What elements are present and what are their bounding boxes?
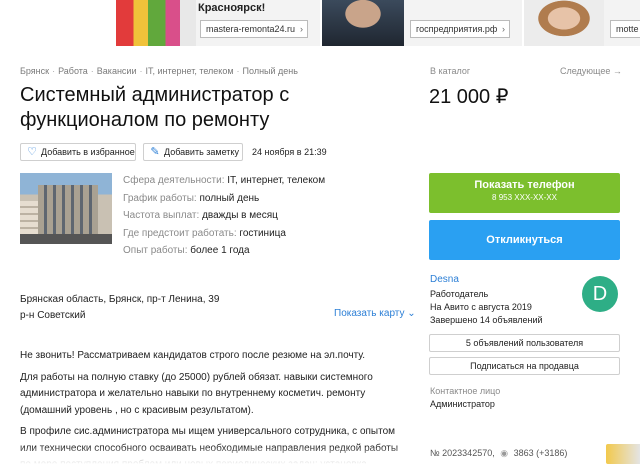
- publish-date: 24 ноября в 21:39: [252, 147, 327, 157]
- ad-headline: Красноярск!: [198, 2, 266, 14]
- breadcrumb: Брянск · Работа · Вакансии · IT, интернет, тел…: [20, 66, 298, 76]
- add-note-label: Добавить заметку: [164, 147, 239, 157]
- show-phone-label: Показать телефон: [474, 179, 575, 191]
- seller-completed: Завершено 14 объявлений: [430, 315, 543, 325]
- avatar[interactable]: D: [582, 276, 618, 312]
- page-title: Системный администратор с функционалом п…: [20, 84, 290, 131]
- contact-label: Контактное лицо: [430, 386, 501, 396]
- ad-banner[interactable]: motte: [524, 0, 640, 46]
- property-label: Частота выплат:: [123, 210, 200, 221]
- description-paragraph: Не звонить! Рассматриваем кандидатов стр…: [20, 350, 366, 361]
- breadcrumb-item[interactable]: Вакансии: [97, 66, 137, 76]
- property-value: IT, интернет, телеком: [227, 175, 326, 186]
- property-label: Сфера деятельности:: [123, 175, 225, 186]
- property-value: более 1 года: [190, 245, 250, 256]
- note-icon: ✎: [150, 146, 160, 158]
- add-note-button[interactable]: ✎ Добавить заметку: [143, 143, 243, 161]
- address: Брянская область, Брянск, пр-т Ленина, 3…: [20, 292, 219, 324]
- heart-icon: ♡: [27, 146, 37, 158]
- seller-since: На Авито с августа 2019: [430, 302, 532, 312]
- breadcrumb-separator: ·: [139, 66, 143, 76]
- show-phone-button[interactable]: Показать телефон 8 953 XXX-XX-XX: [429, 173, 620, 213]
- property-row: Опыт работы: более 1 года: [123, 242, 325, 260]
- property-value: полный день: [199, 192, 260, 204]
- seller-name[interactable]: Desna: [430, 274, 459, 285]
- property-value: дважды в месяц: [202, 210, 278, 221]
- add-to-favorites-button[interactable]: ♡ Добавить в избранное: [20, 143, 136, 161]
- breadcrumb-item[interactable]: IT, интернет, телеком: [145, 66, 233, 76]
- side-logo: [606, 444, 640, 464]
- contact-name: Администратор: [430, 399, 495, 409]
- ad-stats: № 2023342570, ◉ 3863 (+3186): [430, 448, 567, 459]
- masked-phone: 8 953 XXX-XX-XX: [492, 193, 557, 202]
- add-to-favorites-label: Добавить в избранное: [41, 147, 135, 157]
- next-listing-link[interactable]: Следующее →: [560, 66, 622, 76]
- property-label: График работы:: [123, 192, 197, 204]
- property-row: Где предстоит работать: гостиница: [123, 225, 325, 243]
- breadcrumb-item[interactable]: Работа: [58, 66, 88, 76]
- ad-image: [322, 0, 404, 46]
- price: 21 000 ₽: [429, 86, 509, 108]
- address-line: Брянская область, Брянск, пр-т Ленина, 3…: [20, 294, 220, 305]
- ad-banner[interactable]: госпредприятия.рф: [322, 0, 522, 46]
- view-count: 3863 (+3186): [513, 448, 568, 458]
- breadcrumb-separator: ·: [90, 66, 94, 76]
- eye-icon: ◉: [500, 448, 509, 458]
- property-value: гостиница: [239, 227, 286, 239]
- ad-strip: Красноярск! mastera-remonta24.ru госпред…: [0, 0, 640, 46]
- ad-url[interactable]: motte: [610, 20, 640, 38]
- ad-image: [524, 0, 604, 46]
- user-ads-button[interactable]: 5 объявлений пользователя: [429, 334, 620, 352]
- ad-url[interactable]: mastera-remonta24.ru: [200, 20, 308, 38]
- ad-url[interactable]: госпредприятия.рф: [410, 20, 510, 38]
- seller-role: Работодатель: [430, 289, 489, 299]
- subscribe-button[interactable]: Подписаться на продавца: [429, 357, 620, 375]
- chevron-down-icon: ⌄: [407, 308, 416, 319]
- ad-image: [116, 0, 196, 46]
- catalog-link[interactable]: В каталог: [430, 66, 470, 76]
- ad-banner[interactable]: Красноярск! mastera-remonta24.ru: [116, 0, 320, 46]
- property-row: Сфера деятельности: IT, интернет, телеко…: [123, 172, 325, 190]
- job-properties: Сфера деятельности: IT, интернет, телеко…: [123, 172, 325, 260]
- property-row: Частота выплат: дважды в месяц: [123, 207, 325, 225]
- show-map-link[interactable]: Показать карту ⌄: [334, 308, 416, 319]
- property-row: График работы: полный день: [123, 190, 325, 208]
- seller-info: Работодатель На Авито с августа 2019 Зав…: [430, 288, 543, 327]
- property-label: Где предстоит работать:: [123, 227, 237, 239]
- breadcrumb-separator: ·: [52, 66, 56, 76]
- show-map-label: Показать карту: [334, 308, 405, 319]
- description-paragraph: Для работы на полную ставку (до 25000) р…: [20, 371, 373, 416]
- breadcrumb-item[interactable]: Брянск: [20, 66, 49, 76]
- district: р-н Советский: [20, 310, 86, 321]
- ad-number: № 2023342570,: [430, 448, 495, 458]
- listing-photo[interactable]: [20, 173, 112, 244]
- respond-button[interactable]: Откликнуться: [429, 220, 620, 260]
- breadcrumb-item[interactable]: Полный день: [243, 66, 298, 76]
- property-label: Опыт работы:: [123, 245, 188, 256]
- breadcrumb-separator: ·: [236, 66, 240, 76]
